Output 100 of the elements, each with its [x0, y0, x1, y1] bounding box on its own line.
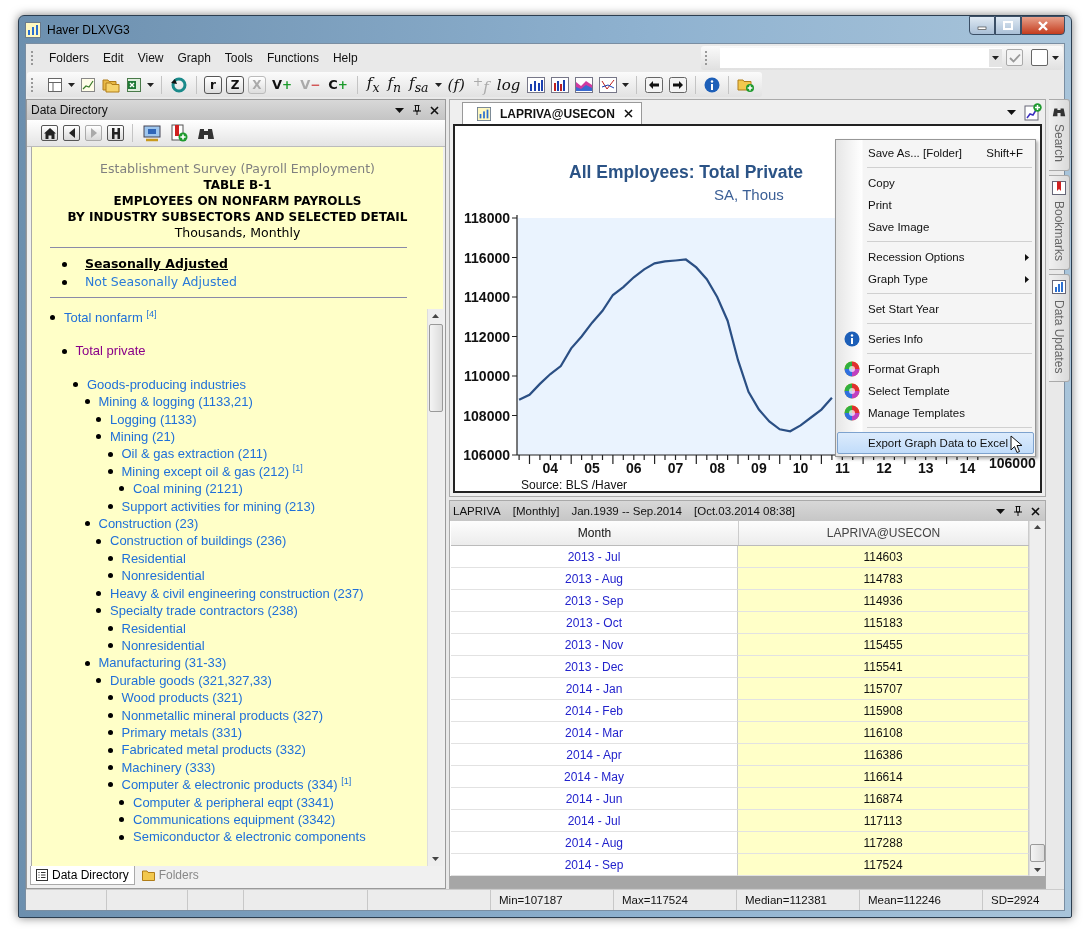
- toolbar-button[interactable]: f$_{x}$: [364, 74, 382, 95]
- pin-icon[interactable]: [1014, 506, 1022, 516]
- tree-link[interactable]: Communications equipment (3342): [133, 810, 336, 829]
- tree-link[interactable]: Construction of buildings (236): [110, 532, 287, 550]
- scroll-thumb[interactable]: [428, 324, 443, 412]
- scrollbar[interactable]: [427, 309, 443, 866]
- maximize-button[interactable]: [995, 16, 1021, 35]
- tree-link[interactable]: Primary metals (331): [121, 723, 243, 742]
- tree-link[interactable]: Total nonfarm $^{[4]}$: [64, 309, 157, 327]
- minimize-button[interactable]: [969, 16, 995, 35]
- arrow-right-icon[interactable]: [668, 76, 689, 93]
- toolbar-button[interactable]: log: [494, 74, 523, 95]
- menu-option[interactable]: Recession Options: [837, 246, 1034, 268]
- tree-link[interactable]: Semiconductor & electronic components: [133, 828, 366, 846]
- scroll-up-icon[interactable]: [432, 314, 439, 318]
- close-icon[interactable]: [430, 105, 439, 115]
- tree-link[interactable]: Total private: [75, 342, 146, 360]
- panel-tab[interactable]: Folders: [136, 866, 204, 884]
- caret-icon[interactable]: [147, 82, 154, 87]
- menu-option[interactable]: Save Image: [837, 216, 1034, 238]
- dropdown-icon[interactable]: [996, 508, 1005, 514]
- scroll-down-icon[interactable]: [432, 857, 439, 861]
- menu-option[interactable]: Export Graph Data to Excel: [837, 432, 1034, 454]
- menu-item[interactable]: Tools: [217, 47, 260, 68]
- tree-link[interactable]: Nonresidential: [121, 567, 205, 585]
- back-icon[interactable]: [63, 125, 80, 141]
- monitor-icon[interactable]: [141, 124, 163, 142]
- scroll-up-icon[interactable]: [1034, 525, 1041, 529]
- toolbar-button[interactable]: f$_{sa}$: [407, 74, 431, 95]
- caret-icon[interactable]: [68, 82, 75, 87]
- toolbar-button[interactable]: V+: [270, 74, 295, 95]
- menu-option[interactable]: Format Graph: [837, 358, 1034, 380]
- menu-item[interactable]: Functions: [259, 47, 326, 68]
- tree-link[interactable]: Specialty trade contractors (238): [110, 602, 298, 620]
- line-chart-icon[interactable]: [79, 76, 97, 93]
- add-chart-icon[interactable]: [1024, 103, 1042, 121]
- side-tab[interactable]: Data Updates: [1049, 274, 1070, 383]
- tree-link[interactable]: Construction (23): [98, 515, 199, 533]
- arrow-left-icon[interactable]: [644, 76, 665, 93]
- tree-link[interactable]: Heavy & civil engineering construction (237): [110, 584, 364, 603]
- info-icon[interactable]: [703, 76, 722, 93]
- layout-icon[interactable]: [46, 76, 64, 93]
- panel-tab[interactable]: Data Directory: [30, 866, 135, 885]
- menu-option[interactable]: Save As... [Folder] Shift+F: [837, 142, 1034, 164]
- pin-icon[interactable]: [413, 105, 421, 115]
- tree-link[interactable]: Support activities for mining (213): [121, 497, 316, 516]
- bookmark-add-icon[interactable]: [168, 124, 190, 142]
- area-chart-icon[interactable]: [574, 76, 595, 93]
- menu-item[interactable]: Graph: [170, 47, 218, 68]
- tree-link[interactable]: Oil & gas extraction (211): [121, 445, 268, 463]
- tree-link[interactable]: Durable goods (321,327,33): [110, 671, 272, 690]
- grouped-bar-chart-icon[interactable]: [550, 76, 571, 93]
- add-folder-icon[interactable]: [736, 76, 757, 93]
- refresh-icon[interactable]: [169, 75, 189, 94]
- toolbar-button[interactable]: f$_{n}$: [385, 74, 404, 95]
- menu-option[interactable]: Set Start Year: [837, 298, 1034, 320]
- tree-link[interactable]: Mining except oil & gas (212) $^{[1]}$: [121, 462, 303, 481]
- menu-option[interactable]: Graph Type: [837, 268, 1034, 290]
- tree-link[interactable]: Computer & electronic products (334) $^{[1]}$: [121, 776, 352, 794]
- dropdown-icon[interactable]: [395, 107, 404, 113]
- side-tab[interactable]: Bookmarks: [1049, 175, 1070, 271]
- spreadsheet-icon[interactable]: [125, 76, 143, 93]
- close-icon[interactable]: [1031, 506, 1040, 516]
- dropdown-icon[interactable]: [1007, 109, 1016, 115]
- folders-icon[interactable]: [101, 76, 121, 93]
- adjustment-link[interactable]: Not Seasonally Adjusted: [85, 273, 237, 291]
- scroll-thumb[interactable]: [1030, 844, 1045, 862]
- tree-link[interactable]: Fabricated metal products (332): [121, 741, 306, 759]
- tree-link[interactable]: Goods-producing industries: [87, 375, 246, 394]
- tree-link[interactable]: Machinery (333): [121, 758, 216, 777]
- toolbar-button[interactable]: r: [204, 75, 222, 94]
- tree-link[interactable]: Residential: [121, 549, 186, 568]
- tree-link[interactable]: Mining & logging (1133,21): [98, 393, 253, 411]
- scroll-down-icon[interactable]: [1034, 868, 1041, 872]
- caret-icon[interactable]: [1052, 55, 1059, 60]
- checkmark-button[interactable]: [1006, 49, 1023, 66]
- checkbox-button[interactable]: [1031, 49, 1048, 66]
- menu-item[interactable]: Help: [325, 47, 365, 68]
- scrollbar[interactable]: [1029, 521, 1045, 876]
- history-icon[interactable]: [107, 125, 124, 141]
- menu-option[interactable]: Print: [837, 194, 1034, 216]
- toolbar-button[interactable]: (f): [445, 74, 467, 95]
- tree-link[interactable]: Nonresidential: [121, 636, 205, 655]
- tree-link[interactable]: Mining (21): [110, 428, 176, 446]
- bar-chart-icon[interactable]: [526, 76, 547, 93]
- column-header[interactable]: Month: [451, 521, 739, 545]
- series-combo-field[interactable]: [720, 47, 1002, 68]
- close-icon[interactable]: [623, 109, 633, 118]
- scatter-chart-icon[interactable]: [598, 76, 619, 93]
- side-tab[interactable]: Search: [1049, 99, 1070, 172]
- menu-option[interactable]: Copy: [837, 172, 1034, 194]
- home-icon[interactable]: [41, 125, 58, 141]
- menu-option[interactable]: Manage Templates: [837, 402, 1034, 424]
- dropdown-icon[interactable]: [992, 55, 999, 60]
- toolbar-button[interactable]: C+: [326, 74, 350, 95]
- tree-link[interactable]: Manufacturing (31-33): [98, 654, 227, 672]
- menu-item[interactable]: View: [130, 47, 171, 68]
- caret-icon[interactable]: [622, 82, 630, 87]
- menu-item[interactable]: Folders: [42, 47, 96, 68]
- caret-icon[interactable]: [434, 82, 442, 87]
